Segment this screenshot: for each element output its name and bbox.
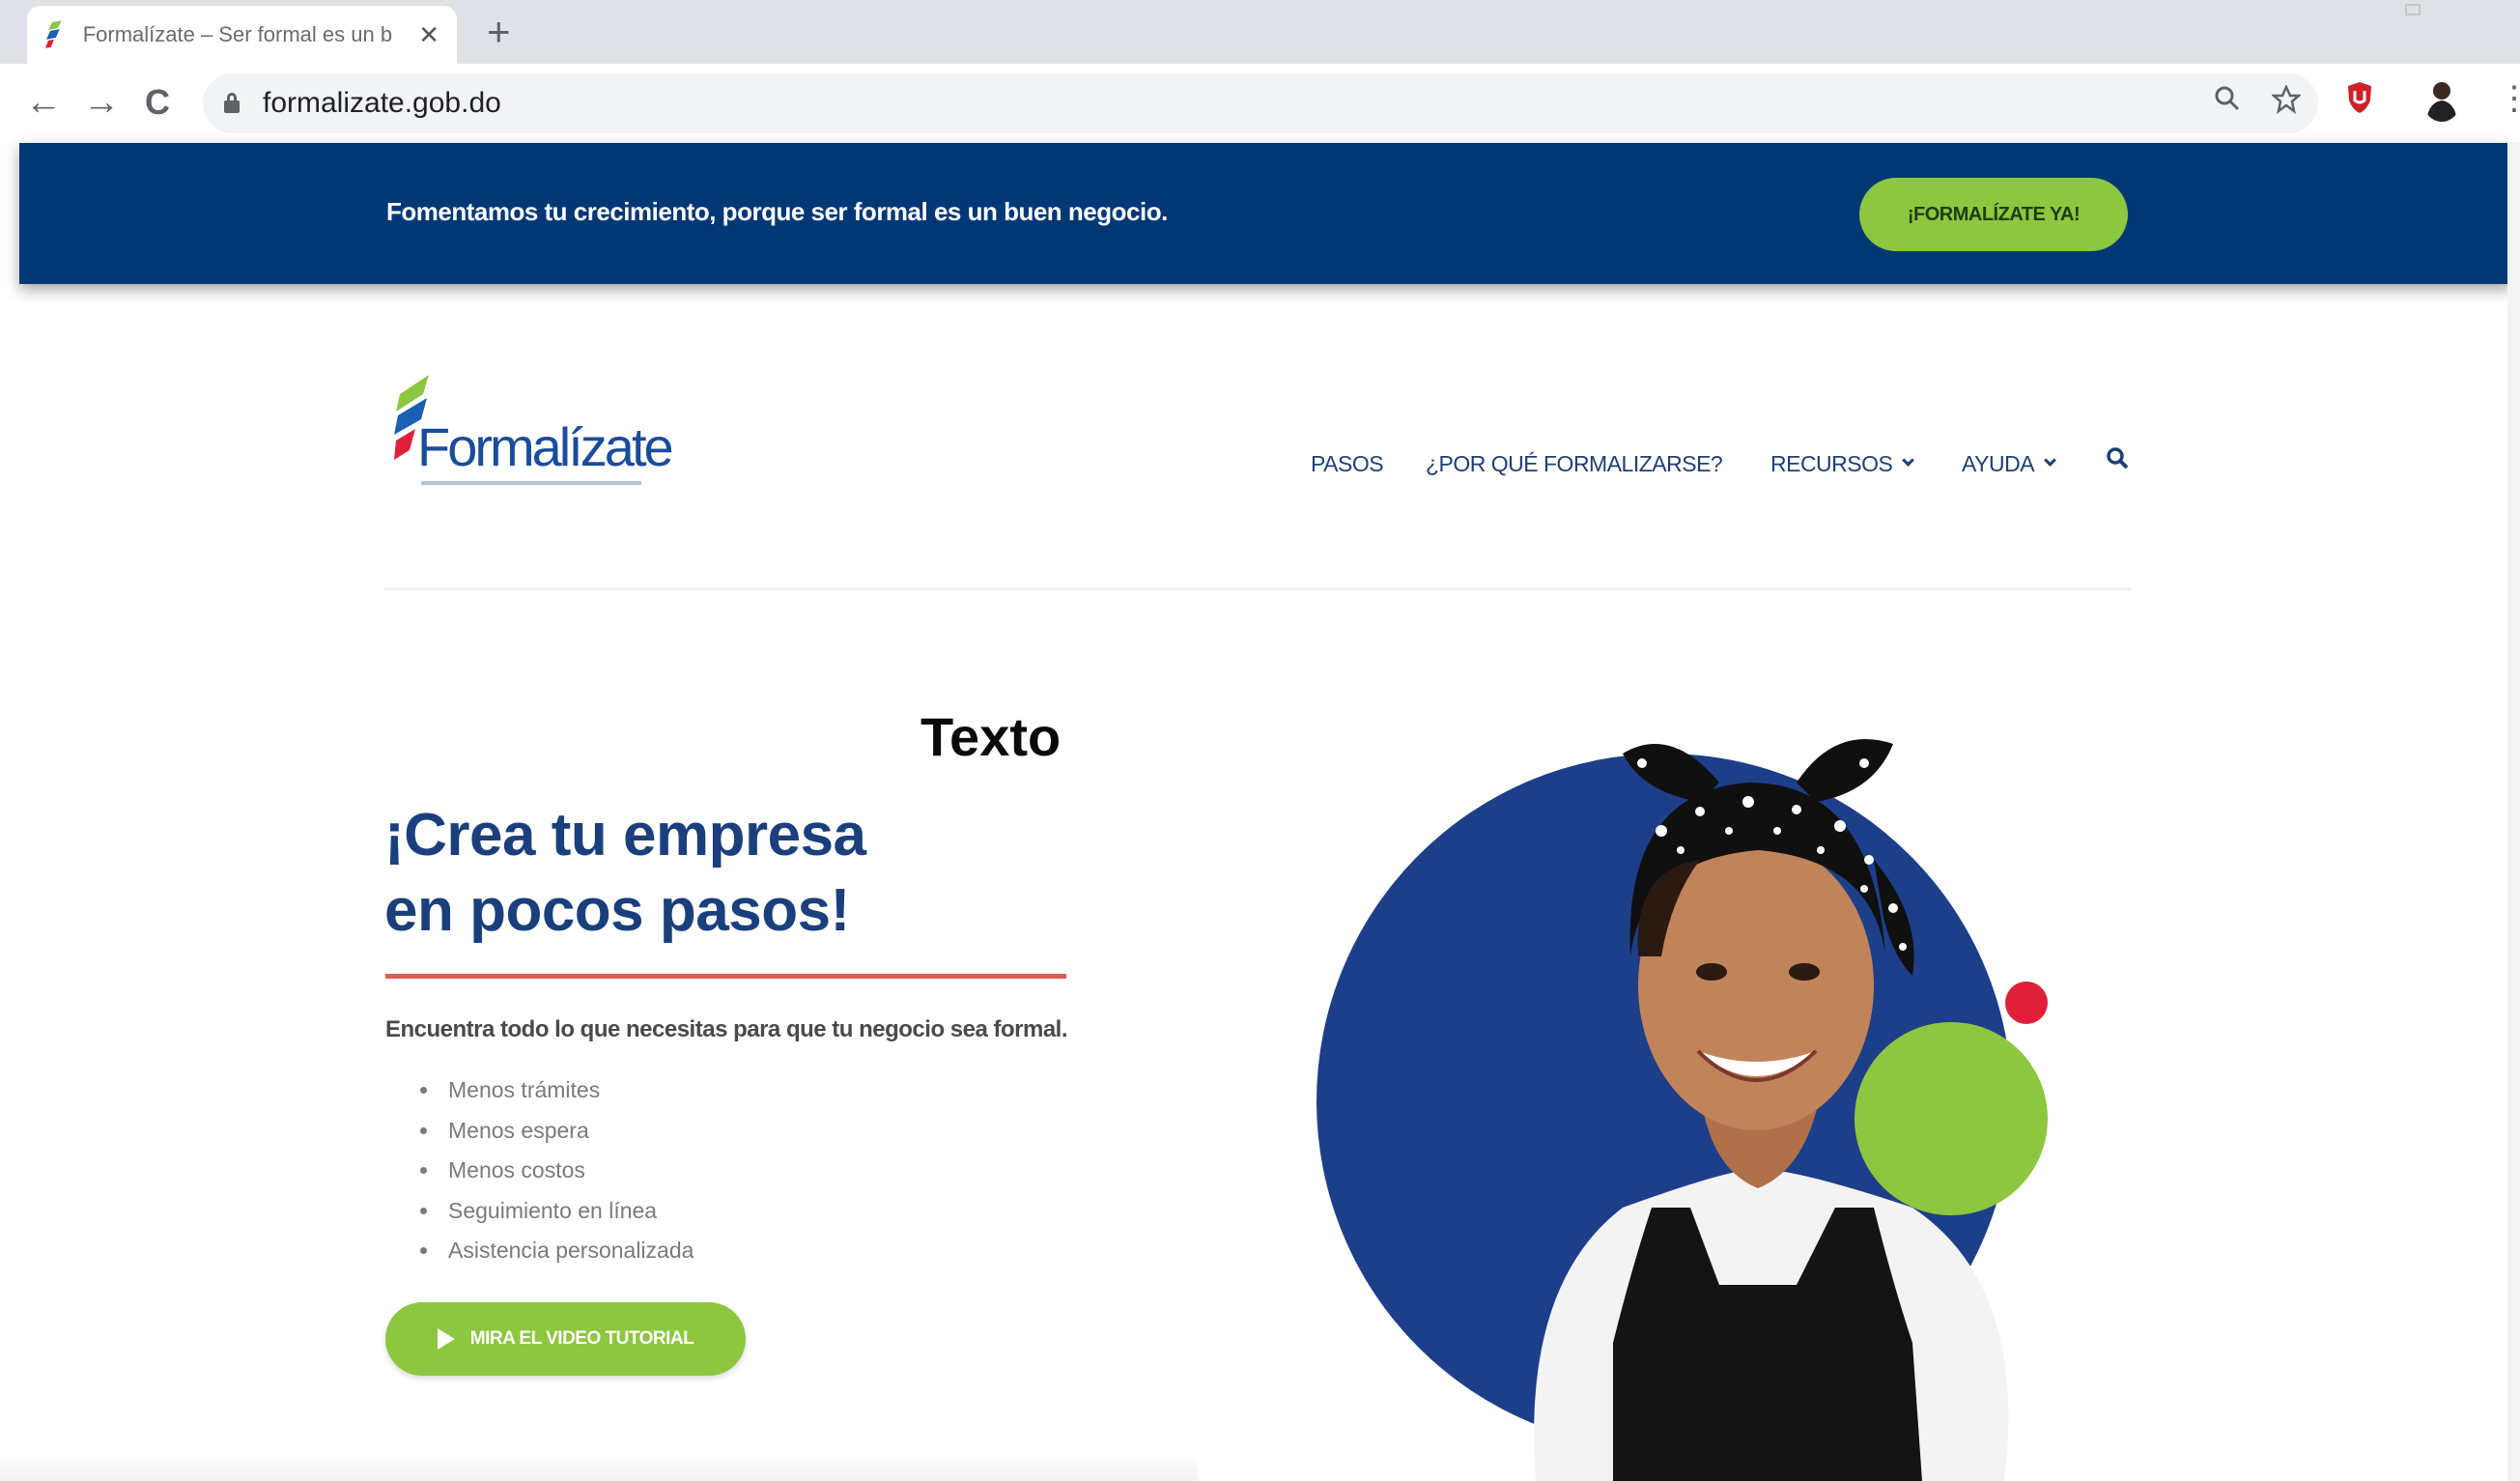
- list-item: Seguimiento en línea: [420, 1191, 694, 1232]
- nav-item-ayuda[interactable]: AYUDA: [1962, 444, 2056, 483]
- hero-underline: [385, 974, 1066, 979]
- video-tutorial-button[interactable]: MIRA EL VIDEO TUTORIAL: [385, 1302, 746, 1376]
- banner-text: Fomentamos tu crecimiento, porque ser fo…: [386, 197, 1168, 226]
- favicon-icon: [44, 20, 62, 48]
- nav-label: RECURSOS: [1770, 450, 1893, 476]
- formalizate-ya-button[interactable]: ¡FORMALÍZATE YA!: [1859, 178, 2128, 251]
- page-edge-shadow: [2507, 143, 2520, 1481]
- hero-red-dot: [2005, 982, 2048, 1024]
- address-bar[interactable]: formalizate.gob.do: [203, 73, 2318, 133]
- page-bottom-fade: [0, 1454, 1198, 1481]
- nav-label: PASOS: [1311, 450, 1384, 476]
- play-icon: [437, 1328, 455, 1350]
- video-button-label: MIRA EL VIDEO TUTORIAL: [469, 1328, 694, 1349]
- lock-icon[interactable]: [224, 93, 240, 114]
- nav-item-recursos[interactable]: RECURSOS: [1770, 444, 1915, 483]
- top-banner: Fomentamos tu crecimiento, porque ser fo…: [19, 143, 2511, 284]
- close-icon[interactable]: ✕: [418, 20, 439, 50]
- nav-item-por-que-formalizarse[interactable]: ¿POR QUÉ FORMALIZARSE?: [1426, 444, 1723, 483]
- star-icon[interactable]: [2272, 85, 2301, 114]
- list-item: Menos trámites: [420, 1070, 694, 1111]
- url-text: formalizate.gob.do: [263, 87, 501, 119]
- browser-tab[interactable]: Formalízate – Ser formal es un b ✕: [27, 6, 457, 64]
- search-icon[interactable]: [2106, 446, 2129, 470]
- window-restore-icon[interactable]: [2405, 4, 2421, 15]
- chevron-down-icon: [2044, 453, 2056, 467]
- hero-subtitle: Encuentra todo lo que necesitas para que…: [385, 1016, 1068, 1042]
- list-item: Menos espera: [420, 1111, 694, 1152]
- menu-dots-icon[interactable]: ⋮: [2498, 79, 2520, 118]
- hero-title-line-1: ¡Crea tu empresa: [384, 802, 866, 869]
- reload-icon[interactable]: C: [145, 81, 170, 124]
- tab-title: Formalízate – Ser formal es un b: [82, 22, 393, 46]
- chevron-down-icon: [1902, 453, 1915, 467]
- header-divider: [384, 587, 2131, 590]
- hero-title: ¡Crea tu empresa en pocos pasos!: [384, 798, 866, 949]
- back-arrow-icon[interactable]: ←: [25, 81, 62, 124]
- list-item: Menos costos: [420, 1151, 694, 1191]
- formalizate-logo[interactable]: Formalízate: [394, 373, 674, 498]
- forward-arrow-icon[interactable]: →: [83, 81, 120, 124]
- list-item: Asistencia personalizada: [420, 1231, 694, 1271]
- benefits-list: Menos trámites Menos espera Menos costos…: [420, 1070, 694, 1271]
- hero-image: [1317, 739, 2048, 1481]
- shield-extension-icon[interactable]: [2347, 81, 2372, 114]
- profile-avatar-icon[interactable]: [2422, 77, 2461, 122]
- nav-item-pasos[interactable]: PASOS: [1311, 444, 1384, 483]
- logo-text: Formalízate: [417, 416, 674, 477]
- browser-toolbar: ← → C formalizate.gob.do ⋮: [0, 64, 2520, 143]
- zoom-icon[interactable]: [2214, 85, 2241, 112]
- hero-title-line-2: en pocos pasos!: [384, 877, 850, 944]
- browser-tab-bar: Formalízate – Ser formal es un b ✕ +: [0, 0, 2520, 64]
- hero-green-circle: [1855, 1022, 2048, 1215]
- new-tab-button[interactable]: +: [487, 8, 511, 56]
- nav-label: AYUDA: [1962, 450, 2035, 476]
- nav-label: ¿POR QUÉ FORMALIZARSE?: [1426, 450, 1723, 476]
- logo-tagline: [421, 481, 641, 485]
- overlay-label: Texto: [920, 706, 1062, 767]
